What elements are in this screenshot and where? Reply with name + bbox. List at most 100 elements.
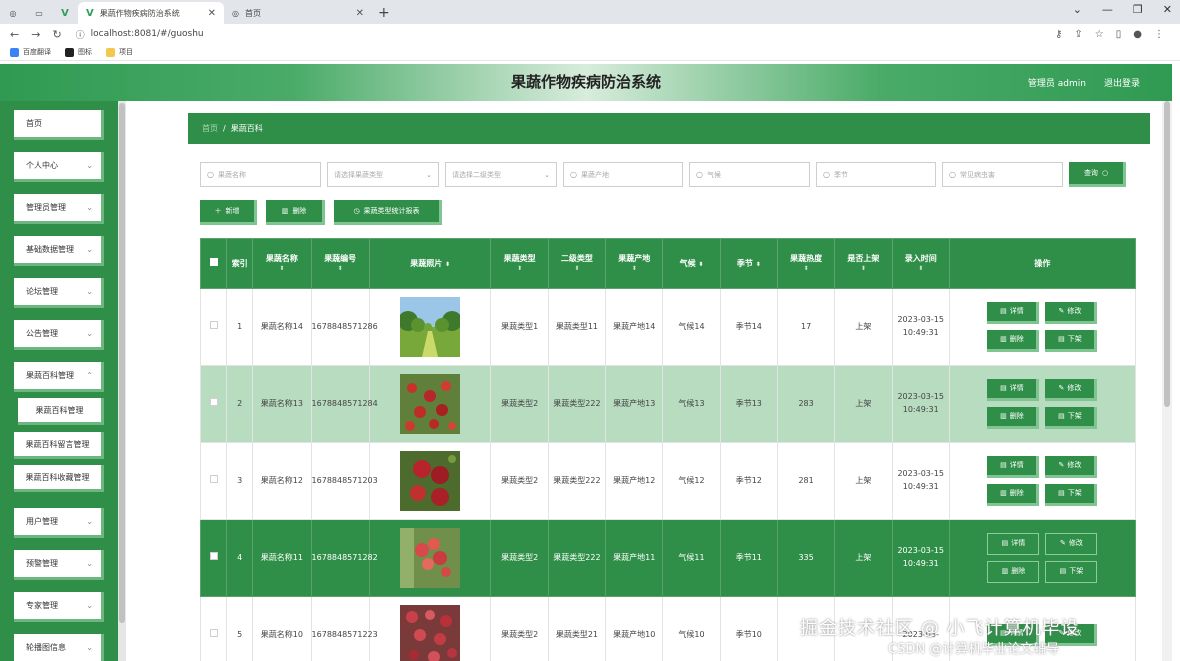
sidebar-item-warning[interactable]: 预警管理 ⌄	[14, 550, 104, 580]
sidebar-scroll-thumb[interactable]	[119, 103, 125, 623]
bookmark-icons[interactable]: 图标	[65, 47, 92, 57]
row-checkbox[interactable]	[209, 551, 218, 560]
sidebar-sub-encyclopedia[interactable]: 果蔬百科管理	[18, 398, 104, 425]
minimize-icon[interactable]: —	[1102, 3, 1113, 16]
report-button[interactable]: ◷ 果蔬类型统计报表	[334, 200, 442, 225]
header-type[interactable]: 果蔬类型 ⬍	[490, 238, 549, 289]
apple-tree-photo[interactable]	[400, 374, 461, 434]
add-button[interactable]: ＋新增	[200, 200, 257, 225]
red-apple-photo[interactable]	[400, 451, 461, 511]
sort-icon[interactable]: ⬍	[606, 265, 662, 274]
tab-home[interactable]: ◎ 首页 ✕	[224, 2, 372, 24]
sidebar-sub-favorites[interactable]: 果蔬百科收藏管理	[14, 465, 104, 492]
row-delete-button[interactable]: ▥ 删除	[987, 484, 1040, 506]
sort-icon[interactable]: ⬍	[778, 265, 834, 274]
select-all-checkbox[interactable]	[209, 257, 218, 266]
forward-icon[interactable]: →	[31, 28, 40, 41]
edit-button[interactable]: ✎ 修改	[1045, 533, 1098, 555]
header-time[interactable]: 录入时间 ⬍	[891, 238, 950, 289]
url-field[interactable]: ⓘ localhost:8081/#/guoshu	[76, 28, 204, 41]
crabapple-photo[interactable]	[400, 528, 461, 588]
sort-icon[interactable]: ⬍	[756, 261, 761, 268]
header-subtype[interactable]: 二级类型 ⬍	[547, 238, 607, 289]
sort-icon[interactable]: ⬍	[491, 265, 547, 274]
table-row[interactable]: 4 果蔬名称11 1678848571282 果蔬类型2 果蔬类型222 果蔬产…	[199, 519, 1137, 597]
tab-icon-chrome[interactable]: ◎	[0, 2, 26, 24]
row-checkbox[interactable]	[209, 628, 218, 637]
climate-search-input[interactable]: ○ 气候	[689, 162, 810, 187]
name-search-input[interactable]: ○ 果蔬名称	[200, 162, 321, 187]
header-code[interactable]: 果蔬编号 ⬍	[310, 238, 370, 289]
profile-icon[interactable]: ●	[1133, 29, 1142, 40]
offshelf-button[interactable]: ▤ 下架	[1045, 561, 1098, 583]
select-all-cell[interactable]	[199, 238, 228, 289]
reload-icon[interactable]: ↻	[52, 28, 61, 41]
sidebar-item-notice[interactable]: 公告管理 ⌄	[14, 320, 104, 350]
close-icon[interactable]: ✕	[208, 8, 216, 19]
header-climate[interactable]: 气候 ⬍	[662, 238, 721, 289]
detail-button[interactable]: ▤ 详情	[987, 456, 1040, 478]
close-window-icon[interactable]: ✕	[1163, 3, 1172, 16]
apple-cluster-photo[interactable]	[400, 605, 461, 661]
sidebar-item-profile[interactable]: 个人中心 ⌄	[14, 152, 104, 182]
sidebar-item-experts[interactable]: 专家管理 ⌄	[14, 592, 104, 622]
header-name[interactable]: 果蔬名称 ⬍	[252, 238, 312, 289]
bookmark-translate[interactable]: 百度翻译	[10, 47, 51, 57]
detail-button[interactable]: ▤ 详情	[987, 379, 1040, 401]
sort-icon[interactable]: ⬍	[893, 265, 949, 274]
header-shelf[interactable]: 是否上架 ⬍	[834, 238, 893, 289]
sidebar-item-carousel[interactable]: 轮播图信息 ⌄	[14, 634, 104, 661]
sidebar-item-forum[interactable]: 论坛管理 ⌄	[14, 278, 104, 308]
chevron-down-icon[interactable]: ⌄	[1073, 3, 1082, 16]
sidebar-scrollbar[interactable]	[118, 101, 126, 661]
sidebar-item-home[interactable]: 首页	[14, 110, 104, 140]
row-delete-button[interactable]: ▥ 删除	[987, 330, 1040, 352]
back-icon[interactable]: ←	[10, 28, 19, 41]
restore-icon[interactable]: ❐	[1133, 3, 1143, 16]
type-select[interactable]: 请选择果蔬类型 ⌄	[327, 162, 439, 187]
row-delete-button[interactable]: ▥ 删除	[987, 561, 1040, 583]
main-scroll-thumb[interactable]	[1164, 101, 1170, 407]
logout-link[interactable]: 退出登录	[1104, 76, 1140, 89]
table-row[interactable]: 3 果蔬名称12 1678848571203 果蔬类型2 果蔬类型222 果蔬产…	[199, 442, 1137, 520]
offshelf-button[interactable]: ▤ 下架	[1045, 330, 1098, 352]
origin-search-input[interactable]: ○ 果蔬产地	[563, 162, 683, 187]
season-search-input[interactable]: ○ 季节	[816, 162, 936, 187]
sidebar-item-users[interactable]: 用户管理 ⌄	[14, 508, 104, 538]
row-checkbox[interactable]	[209, 320, 218, 329]
sort-icon[interactable]: ⬍	[253, 265, 310, 274]
close-icon[interactable]: ✕	[356, 8, 364, 19]
sidebar-sub-comments[interactable]: 果蔬百科留言管理	[14, 432, 104, 459]
header-photo[interactable]: 果蔬照片 ⬍	[368, 238, 492, 289]
sort-icon[interactable]: ⬍	[835, 265, 891, 274]
bookmark-project[interactable]: 项目	[106, 47, 133, 57]
offshelf-button[interactable]: ▤ 下架	[1045, 484, 1098, 506]
sort-icon[interactable]: ⬍	[698, 261, 703, 268]
tab-icon-blank[interactable]: ▭	[26, 2, 52, 24]
detail-button[interactable]: ▤ 详情	[987, 302, 1040, 324]
tab-app[interactable]: V 果蔬作物疾病防治系统 ✕	[78, 2, 224, 24]
sort-icon[interactable]: ⬍	[312, 265, 369, 274]
row-checkbox[interactable]	[209, 474, 218, 483]
edit-button[interactable]: ✎ 修改	[1045, 302, 1098, 324]
tab-icon-vue[interactable]: V	[52, 2, 78, 24]
sidepanel-icon[interactable]: ▯	[1116, 29, 1122, 40]
header-heat[interactable]: 果蔬热度 ⬍	[776, 238, 836, 289]
orchard-photo[interactable]	[400, 297, 461, 357]
sidebar-item-admin[interactable]: 管理员管理 ⌄	[14, 194, 104, 224]
subtype-select[interactable]: 请选择二级类型 ⌄	[445, 162, 557, 187]
sort-icon[interactable]: ⬍	[549, 265, 605, 274]
breadcrumb-home[interactable]: 首页	[202, 123, 218, 134]
main-scrollbar[interactable]	[1162, 101, 1172, 661]
detail-button[interactable]: ▤ 详情	[987, 533, 1040, 555]
key-icon[interactable]: ⚷	[1055, 29, 1062, 40]
pest-search-input[interactable]: ○ 常见病虫害	[942, 162, 1063, 187]
sort-icon[interactable]: ⬍	[445, 261, 450, 268]
edit-button[interactable]: ✎ 修改	[1045, 379, 1098, 401]
row-delete-button[interactable]: ▥ 删除	[987, 407, 1040, 429]
header-origin[interactable]: 果蔬产地 ⬍	[605, 238, 664, 289]
menu-icon[interactable]: ⋮	[1154, 29, 1164, 40]
delete-button[interactable]: ▥ 删除	[266, 200, 325, 225]
header-season[interactable]: 季节 ⬍	[719, 238, 778, 289]
table-row[interactable]: 1 果蔬名称14 1678848571286 果蔬类型1 果蔬类型11 果蔬产地…	[199, 288, 1137, 366]
